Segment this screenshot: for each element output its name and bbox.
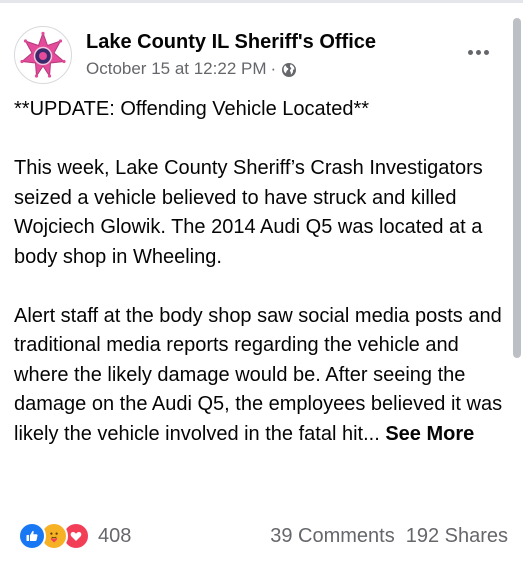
reactions-summary[interactable]	[18, 522, 90, 550]
scrollbar-thumb[interactable]	[513, 18, 521, 358]
more-options-icon[interactable]	[458, 38, 498, 66]
post-paragraph: This week, Lake County Sheriff’s Crash I…	[14, 157, 483, 268]
post-card: Lake County IL Sheriff's Office October …	[0, 0, 510, 573]
reaction-count[interactable]: 408	[98, 525, 131, 548]
post-footer: 408 39 Comments 192 Shares	[18, 520, 508, 552]
more-dot	[483, 49, 489, 55]
post-header: Lake County IL Sheriff's Office October …	[14, 26, 376, 84]
meta-separator: ·	[270, 59, 277, 78]
more-dot	[467, 49, 473, 55]
globe-icon[interactable]	[281, 61, 297, 77]
comments-count-link[interactable]: 39 Comments	[270, 525, 395, 548]
like-icon	[18, 522, 46, 550]
avatar[interactable]	[14, 26, 72, 84]
post-body: **UPDATE: Offending Vehicle Located** Th…	[14, 95, 508, 479]
sheriff-star-icon	[20, 31, 66, 78]
more-dot	[475, 49, 481, 55]
post-paragraph: **UPDATE: Offending Vehicle Located**	[14, 98, 370, 120]
see-more-link[interactable]: See More	[385, 423, 474, 445]
post-meta: October 15 at 12:22 PM ·	[86, 57, 376, 81]
post-timestamp[interactable]: October 15 at 12:22 PM	[86, 57, 267, 81]
page-name-link[interactable]: Lake County IL Sheriff's Office	[86, 29, 376, 55]
shares-count-link[interactable]: 192 Shares	[406, 525, 508, 548]
post-header-text: Lake County IL Sheriff's Office October …	[86, 29, 376, 81]
engagement-counts: 39 Comments 192 Shares	[270, 525, 508, 548]
post-paragraph-last: Alert staff at the body shop saw social …	[14, 302, 508, 450]
